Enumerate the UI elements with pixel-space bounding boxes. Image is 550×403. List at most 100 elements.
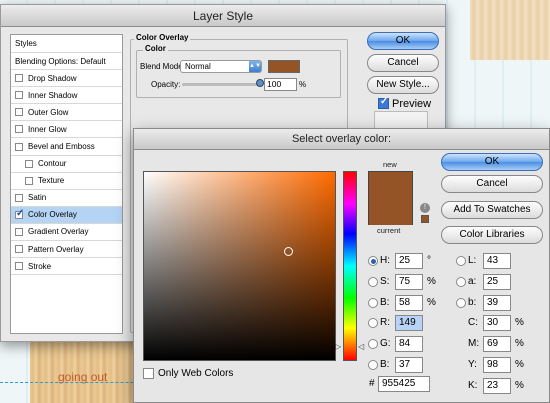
style-item-checkbox[interactable] xyxy=(25,176,33,185)
style-item-checkbox[interactable] xyxy=(15,227,23,236)
color-mode-radio[interactable] xyxy=(368,256,378,266)
value-field[interactable]: 84 xyxy=(395,336,423,352)
color-group xyxy=(136,50,341,98)
current-color-label: current xyxy=(377,226,401,235)
new-style-button[interactable]: New Style... xyxy=(367,76,439,94)
field-label: K: xyxy=(468,380,478,391)
style-item[interactable]: Inner Glow xyxy=(11,121,122,139)
style-item[interactable]: Gradient Overlay xyxy=(11,224,122,242)
field-label: a: xyxy=(468,276,477,287)
style-item-checkbox[interactable] xyxy=(15,245,23,254)
value-field[interactable]: 69 xyxy=(483,336,511,352)
color-picker-title: Select overlay color: xyxy=(291,133,392,145)
style-item[interactable]: Outer Glow xyxy=(11,104,122,122)
field-label: C: xyxy=(468,317,478,328)
saturation-brightness-field[interactable] xyxy=(143,171,336,361)
new-color-swatch xyxy=(369,172,412,199)
style-item-checkbox[interactable] xyxy=(15,142,23,151)
web-safe-warning-icon[interactable]: ! xyxy=(420,203,430,213)
style-item[interactable]: Color Overlay xyxy=(11,206,122,224)
current-color-swatch[interactable] xyxy=(369,199,412,225)
add-to-swatches-button[interactable]: Add To Swatches xyxy=(441,201,543,219)
layer-style-titlebar[interactable]: Layer Style xyxy=(1,5,445,27)
check-icon: ✓ xyxy=(380,96,389,107)
only-web-colors-checkbox[interactable] xyxy=(143,368,154,379)
color-mode-radio[interactable] xyxy=(456,298,466,308)
color-mode-radio[interactable] xyxy=(368,318,378,328)
style-item-checkbox[interactable] xyxy=(15,74,23,83)
hue-slider-right-arrow-icon[interactable]: ◁ xyxy=(358,342,364,351)
value-field[interactable]: 75 xyxy=(395,274,423,290)
opacity-slider-knob[interactable] xyxy=(256,79,264,87)
cancel-button[interactable]: Cancel xyxy=(367,54,439,72)
value-field[interactable]: 30 xyxy=(483,315,511,331)
opacity-field[interactable]: 100 xyxy=(264,78,297,91)
hex-label: # xyxy=(369,378,375,389)
style-item-checkbox[interactable] xyxy=(15,125,23,134)
style-item[interactable]: Inner Shadow xyxy=(11,87,122,105)
style-item-checkbox[interactable] xyxy=(15,208,24,219)
style-item[interactable]: Contour xyxy=(11,156,122,173)
web-safe-swatch[interactable] xyxy=(421,215,429,223)
blend-mode-select[interactable]: Normal ▲▼ xyxy=(180,60,262,73)
value-field[interactable]: 98 xyxy=(483,357,511,373)
blend-mode-label: Blend Mode: xyxy=(140,62,185,71)
style-item[interactable]: Satin xyxy=(11,190,122,207)
picker-ok-button[interactable]: OK xyxy=(441,153,543,171)
color-picker-titlebar[interactable]: Select overlay color: xyxy=(134,129,549,150)
style-item-checkbox[interactable] xyxy=(15,91,23,100)
color-mode-radio[interactable] xyxy=(368,298,378,308)
styles-list-header[interactable]: Styles xyxy=(11,35,122,53)
color-group-title: Color xyxy=(143,44,168,53)
style-item-label: Color Overlay xyxy=(28,210,77,220)
style-item[interactable]: Bevel and Emboss xyxy=(11,138,122,156)
layer-style-title: Layer Style xyxy=(192,9,254,23)
field-label: M: xyxy=(468,338,480,349)
preview-checkbox[interactable]: ✓ xyxy=(378,96,389,109)
style-item[interactable]: Stroke xyxy=(11,258,122,276)
color-mode-radio[interactable] xyxy=(368,277,378,287)
hue-slider-left-arrow-icon[interactable]: ▷ xyxy=(335,342,341,351)
opacity-slider[interactable] xyxy=(182,83,262,86)
value-unit: % xyxy=(515,359,524,370)
style-item[interactable]: Pattern Overlay xyxy=(11,241,122,259)
style-item-label: Stroke xyxy=(28,261,52,271)
style-item-label: Outer Glow xyxy=(28,107,69,117)
picker-cancel-button[interactable]: Cancel xyxy=(441,175,543,193)
field-label: B: xyxy=(380,297,390,308)
value-field[interactable]: 39 xyxy=(483,295,511,311)
hex-field[interactable]: 955425 xyxy=(378,376,430,392)
only-web-colors-label: Only Web Colors xyxy=(158,368,234,379)
style-item-checkbox[interactable] xyxy=(25,159,33,168)
color-mode-radio[interactable] xyxy=(368,360,378,370)
color-libraries-button[interactable]: Color Libraries xyxy=(441,226,543,244)
color-mode-radio[interactable] xyxy=(456,256,466,266)
value-field[interactable]: 58 xyxy=(395,295,423,311)
style-item-checkbox[interactable] xyxy=(15,108,23,117)
style-item-checkbox[interactable] xyxy=(15,262,23,271)
color-mode-radio[interactable] xyxy=(456,277,466,287)
style-item[interactable]: Texture xyxy=(11,173,122,190)
color-mode-radio[interactable] xyxy=(368,339,378,349)
field-label: Y: xyxy=(468,359,477,370)
color-overlay-title: Color Overlay xyxy=(134,33,191,42)
color-field-cursor[interactable] xyxy=(283,246,293,256)
style-item[interactable]: Drop Shadow xyxy=(11,70,122,88)
value-field[interactable]: 43 xyxy=(483,253,511,269)
style-item[interactable]: Blending Options: Default xyxy=(11,53,122,71)
field-label: R: xyxy=(380,317,390,328)
overlay-color-swatch[interactable] xyxy=(268,60,300,73)
value-field[interactable]: 23 xyxy=(483,378,511,394)
value-field[interactable]: 25 xyxy=(483,274,511,290)
style-item-label: Gradient Overlay xyxy=(28,227,89,237)
value-field[interactable]: 37 xyxy=(395,357,423,373)
new-color-label: new xyxy=(383,160,397,169)
value-field[interactable]: 25 xyxy=(395,253,423,269)
style-item-label: Inner Shadow xyxy=(28,90,78,100)
style-item-label: Inner Glow xyxy=(28,124,67,134)
value-unit: % xyxy=(515,380,524,391)
value-field[interactable]: 149 xyxy=(395,315,423,331)
ok-button[interactable]: OK xyxy=(367,32,439,50)
style-item-checkbox[interactable] xyxy=(15,193,23,202)
hue-slider[interactable] xyxy=(343,171,357,361)
